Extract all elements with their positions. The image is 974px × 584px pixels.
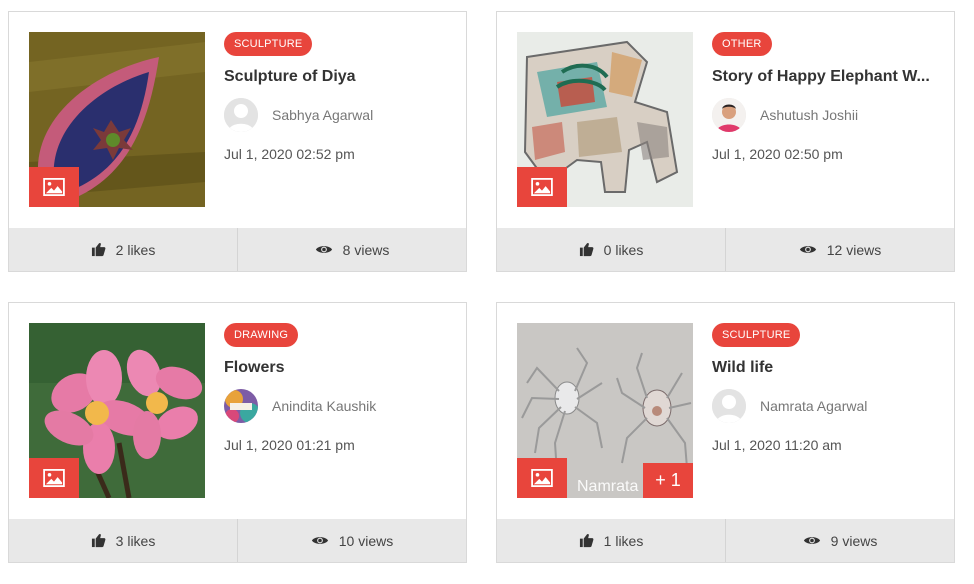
post-card[interactable]: Namrata + 1 SCULPTURE Wild life Namrata …: [496, 302, 955, 563]
category-badge[interactable]: OTHER: [712, 32, 772, 56]
post-thumbnail[interactable]: Namrata + 1: [517, 323, 693, 498]
likes-button[interactable]: 1 likes: [497, 519, 725, 562]
post-date: Jul 1, 2020 02:50 pm: [712, 146, 843, 162]
post-card[interactable]: SCULPTURE Sculpture of Diya Sabhya Agarw…: [8, 11, 467, 272]
post-title[interactable]: Flowers: [224, 359, 446, 377]
eye-icon: [803, 535, 821, 546]
post-thumbnail[interactable]: [29, 323, 205, 498]
author-info[interactable]: Sabhya Agarwal: [224, 98, 373, 132]
views-stat: 9 views: [725, 519, 954, 562]
views-stat: 12 views: [725, 228, 954, 271]
views-stat: 8 views: [237, 228, 466, 271]
author-name[interactable]: Sabhya Agarwal: [272, 107, 373, 123]
likes-button[interactable]: 2 likes: [9, 228, 237, 271]
author-name[interactable]: Namrata Agarwal: [760, 398, 867, 414]
author-info[interactable]: Namrata Agarwal: [712, 389, 867, 423]
thumbs-up-icon: [579, 242, 594, 257]
post-card[interactable]: DRAWING Flowers Anindita Kaushik Jul 1, …: [8, 302, 467, 563]
views-count: 8 views: [342, 241, 390, 258]
post-date: Jul 1, 2020 02:52 pm: [224, 146, 355, 162]
post-thumbnail[interactable]: [29, 32, 205, 207]
likes-count: 2 likes: [115, 241, 156, 258]
likes-button[interactable]: 3 likes: [9, 519, 237, 562]
likes-count: 0 likes: [603, 241, 644, 258]
default-avatar-icon: [712, 389, 746, 423]
likes-count: 3 likes: [115, 532, 156, 549]
image-icon: [531, 469, 553, 487]
eye-icon: [315, 244, 333, 255]
post-title[interactable]: Wild life: [712, 359, 934, 377]
eye-icon: [799, 244, 817, 255]
post-title[interactable]: Sculpture of Diya: [224, 68, 446, 86]
thumbs-up-icon: [579, 533, 594, 548]
views-count: 12 views: [826, 241, 882, 258]
avatar[interactable]: [712, 98, 746, 132]
post-date: Jul 1, 2020 11:20 am: [712, 437, 842, 453]
likes-button[interactable]: 0 likes: [497, 228, 725, 271]
image-gallery-button[interactable]: [517, 458, 567, 498]
image-gallery-button[interactable]: [29, 458, 79, 498]
card-footer: 2 likes 8 views: [9, 228, 466, 271]
author-name[interactable]: Anindita Kaushik: [272, 398, 376, 414]
category-badge[interactable]: SCULPTURE: [712, 323, 801, 347]
image-gallery-button[interactable]: [29, 167, 79, 207]
card-footer: 0 likes 12 views: [497, 228, 954, 271]
views-count: 10 views: [338, 532, 394, 549]
image-watermark: Namrata: [577, 478, 639, 495]
image-icon: [43, 469, 65, 487]
more-images-badge[interactable]: + 1: [643, 463, 693, 498]
views-count: 9 views: [830, 532, 878, 549]
image-icon: [531, 178, 553, 196]
views-stat: 10 views: [237, 519, 466, 562]
post-title[interactable]: Story of Happy Elephant W...: [712, 68, 934, 86]
author-info[interactable]: Ashutush Joshii: [712, 98, 858, 132]
image-icon: [43, 178, 65, 196]
avatar[interactable]: [712, 389, 746, 423]
post-date: Jul 1, 2020 01:21 pm: [224, 437, 355, 453]
eye-icon: [311, 535, 329, 546]
category-badge[interactable]: DRAWING: [224, 323, 299, 347]
avatar[interactable]: [224, 98, 258, 132]
user-photo-icon: [224, 389, 258, 423]
card-footer: 1 likes 9 views: [497, 519, 954, 562]
likes-count: 1 likes: [603, 532, 644, 549]
user-photo-icon: [712, 98, 746, 132]
author-info[interactable]: Anindita Kaushik: [224, 389, 376, 423]
avatar[interactable]: [224, 389, 258, 423]
thumbs-up-icon: [91, 242, 106, 257]
default-avatar-icon: [224, 98, 258, 132]
category-badge[interactable]: SCULPTURE: [224, 32, 313, 56]
post-card[interactable]: OTHER Story of Happy Elephant W... Ashut…: [496, 11, 955, 272]
post-thumbnail[interactable]: [517, 32, 693, 207]
thumbs-up-icon: [91, 533, 106, 548]
image-gallery-button[interactable]: [517, 167, 567, 207]
card-footer: 3 likes 10 views: [9, 519, 466, 562]
author-name[interactable]: Ashutush Joshii: [760, 107, 858, 123]
